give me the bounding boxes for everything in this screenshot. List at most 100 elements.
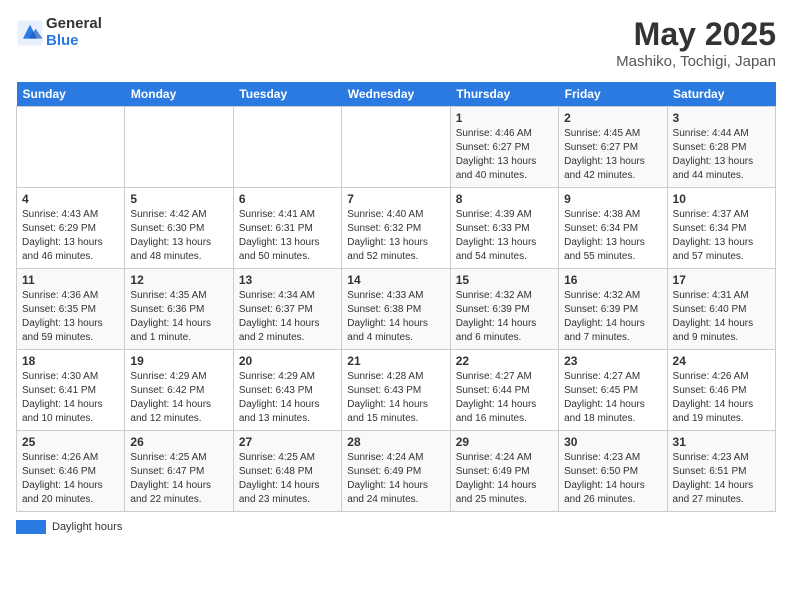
page-header: General Blue May 2025 Mashiko, Tochigi, … bbox=[16, 16, 776, 70]
day-info: Sunrise: 4:29 AM Sunset: 6:42 PM Dayligh… bbox=[130, 370, 227, 426]
calendar-week-4: 18Sunrise: 4:30 AM Sunset: 6:41 PM Dayli… bbox=[17, 350, 776, 431]
legend-label: Daylight hours bbox=[52, 521, 122, 533]
day-info: Sunrise: 4:26 AM Sunset: 6:46 PM Dayligh… bbox=[22, 451, 119, 507]
day-info: Sunrise: 4:29 AM Sunset: 6:43 PM Dayligh… bbox=[239, 370, 336, 426]
calendar-cell: 9 Sunrise: 4:38 AM Sunset: 6:34 PM Daylig… bbox=[559, 188, 667, 269]
calendar-table: SundayMondayTuesdayWednesdayThursdayFrid… bbox=[16, 82, 776, 512]
day-number: 23 bbox=[564, 354, 661, 368]
calendar-cell: 1 Sunrise: 4:46 AM Sunset: 6:27 PM Daylig… bbox=[450, 107, 558, 188]
day-number: 19 bbox=[130, 354, 227, 368]
day-number: 25 bbox=[22, 435, 119, 449]
column-header-wednesday: Wednesday bbox=[342, 82, 450, 107]
page-title: May 2025 bbox=[616, 16, 776, 53]
legend: Daylight hours bbox=[16, 520, 776, 534]
day-info: Sunrise: 4:26 AM Sunset: 6:46 PM Dayligh… bbox=[673, 370, 770, 426]
page-subtitle: Mashiko, Tochigi, Japan bbox=[616, 53, 776, 70]
calendar-cell: 4Sunrise: 4:43 AM Sunset: 6:29 PM Daylig… bbox=[17, 188, 125, 269]
day-number: 5 bbox=[130, 192, 227, 206]
day-number: 28 bbox=[347, 435, 444, 449]
calendar-cell: 2 Sunrise: 4:45 AM Sunset: 6:27 PM Daylig… bbox=[559, 107, 667, 188]
day-number: 26 bbox=[130, 435, 227, 449]
day-info: Sunrise: 4:25 AM Sunset: 6:48 PM Dayligh… bbox=[239, 451, 336, 507]
day-number: 12 bbox=[130, 273, 227, 287]
column-header-monday: Monday bbox=[125, 82, 233, 107]
day-info: Sunrise: 4:40 AM Sunset: 6:32 PM Dayligh… bbox=[347, 208, 444, 264]
column-header-sunday: Sunday bbox=[17, 82, 125, 107]
day-number: 17 bbox=[673, 273, 770, 287]
day-number: 1 bbox=[456, 111, 553, 125]
day-info: Sunrise: 4:46 AM Sunset: 6:27 PM Dayligh… bbox=[456, 127, 553, 183]
calendar-cell: 22 Sunrise: 4:27 AM Sunset: 6:44 PM Dayli… bbox=[450, 350, 558, 431]
calendar-cell: 25 Sunrise: 4:26 AM Sunset: 6:46 PM Dayli… bbox=[17, 431, 125, 512]
day-info: Sunrise: 4:36 AM Sunset: 6:35 PM Dayligh… bbox=[22, 289, 119, 345]
day-number: 11 bbox=[22, 273, 119, 287]
calendar-cell: 28 Sunrise: 4:24 AM Sunset: 6:49 PM Dayli… bbox=[342, 431, 450, 512]
calendar-cell: 29 Sunrise: 4:24 AM Sunset: 6:49 PM Dayli… bbox=[450, 431, 558, 512]
day-number: 10 bbox=[673, 192, 770, 206]
day-info: Sunrise: 4:44 AM Sunset: 6:28 PM Dayligh… bbox=[673, 127, 770, 183]
calendar-cell: 31 Sunrise: 4:23 AM Sunset: 6:51 PM Dayli… bbox=[667, 431, 775, 512]
day-info: Sunrise: 4:42 AM Sunset: 6:30 PM Dayligh… bbox=[130, 208, 227, 264]
calendar-cell: 11 Sunrise: 4:36 AM Sunset: 6:35 PM Dayli… bbox=[17, 269, 125, 350]
calendar-cell: 23Sunrise: 4:27 AM Sunset: 6:45 PM Dayli… bbox=[559, 350, 667, 431]
day-number: 13 bbox=[239, 273, 336, 287]
day-info: Sunrise: 4:27 AM Sunset: 6:44 PM Dayligh… bbox=[456, 370, 553, 426]
day-info: Sunrise: 4:25 AM Sunset: 6:47 PM Dayligh… bbox=[130, 451, 227, 507]
day-info: Sunrise: 4:45 AM Sunset: 6:27 PM Dayligh… bbox=[564, 127, 661, 183]
day-number: 24 bbox=[673, 354, 770, 368]
day-info: Sunrise: 4:23 AM Sunset: 6:51 PM Dayligh… bbox=[673, 451, 770, 507]
legend-color-box bbox=[16, 520, 46, 534]
calendar-cell: 16 Sunrise: 4:32 AM Sunset: 6:39 PM Dayli… bbox=[559, 269, 667, 350]
day-info: Sunrise: 4:32 AM Sunset: 6:39 PM Dayligh… bbox=[564, 289, 661, 345]
day-info: Sunrise: 4:28 AM Sunset: 6:43 PM Dayligh… bbox=[347, 370, 444, 426]
calendar-cell: 7 Sunrise: 4:40 AM Sunset: 6:32 PM Daylig… bbox=[342, 188, 450, 269]
day-number: 31 bbox=[673, 435, 770, 449]
day-number: 9 bbox=[564, 192, 661, 206]
day-info: Sunrise: 4:24 AM Sunset: 6:49 PM Dayligh… bbox=[347, 451, 444, 507]
title-block: May 2025 Mashiko, Tochigi, Japan bbox=[616, 16, 776, 70]
day-info: Sunrise: 4:32 AM Sunset: 6:39 PM Dayligh… bbox=[456, 289, 553, 345]
day-number: 16 bbox=[564, 273, 661, 287]
day-number: 15 bbox=[456, 273, 553, 287]
day-number: 7 bbox=[347, 192, 444, 206]
day-number: 2 bbox=[564, 111, 661, 125]
day-number: 8 bbox=[456, 192, 553, 206]
calendar-cell: 20 Sunrise: 4:29 AM Sunset: 6:43 PM Dayli… bbox=[233, 350, 341, 431]
day-info: Sunrise: 4:37 AM Sunset: 6:34 PM Dayligh… bbox=[673, 208, 770, 264]
day-number: 30 bbox=[564, 435, 661, 449]
day-info: Sunrise: 4:23 AM Sunset: 6:50 PM Dayligh… bbox=[564, 451, 661, 507]
calendar-week-1: 1 Sunrise: 4:46 AM Sunset: 6:27 PM Daylig… bbox=[17, 107, 776, 188]
calendar-cell: 19 Sunrise: 4:29 AM Sunset: 6:42 PM Dayli… bbox=[125, 350, 233, 431]
day-info: Sunrise: 4:35 AM Sunset: 6:36 PM Dayligh… bbox=[130, 289, 227, 345]
day-info: Sunrise: 4:38 AM Sunset: 6:34 PM Dayligh… bbox=[564, 208, 661, 264]
calendar-cell: 8Sunrise: 4:39 AM Sunset: 6:33 PM Daylig… bbox=[450, 188, 558, 269]
day-number: 14 bbox=[347, 273, 444, 287]
day-number: 27 bbox=[239, 435, 336, 449]
day-number: 29 bbox=[456, 435, 553, 449]
column-header-friday: Friday bbox=[559, 82, 667, 107]
day-number: 22 bbox=[456, 354, 553, 368]
day-number: 21 bbox=[347, 354, 444, 368]
day-info: Sunrise: 4:24 AM Sunset: 6:49 PM Dayligh… bbox=[456, 451, 553, 507]
calendar-cell: 15 Sunrise: 4:32 AM Sunset: 6:39 PM Dayli… bbox=[450, 269, 558, 350]
column-header-thursday: Thursday bbox=[450, 82, 558, 107]
day-info: Sunrise: 4:33 AM Sunset: 6:38 PM Dayligh… bbox=[347, 289, 444, 345]
calendar-cell bbox=[125, 107, 233, 188]
day-number: 4 bbox=[22, 192, 119, 206]
calendar-cell: 24 Sunrise: 4:26 AM Sunset: 6:46 PM Dayli… bbox=[667, 350, 775, 431]
day-number: 20 bbox=[239, 354, 336, 368]
calendar-cell: 12 Sunrise: 4:35 AM Sunset: 6:36 PM Dayli… bbox=[125, 269, 233, 350]
calendar-cell bbox=[233, 107, 341, 188]
calendar-cell: 6Sunrise: 4:41 AM Sunset: 6:31 PM Daylig… bbox=[233, 188, 341, 269]
calendar-week-5: 25 Sunrise: 4:26 AM Sunset: 6:46 PM Dayli… bbox=[17, 431, 776, 512]
calendar-cell: 27 Sunrise: 4:25 AM Sunset: 6:48 PM Dayli… bbox=[233, 431, 341, 512]
calendar-cell: 5 Sunrise: 4:42 AM Sunset: 6:30 PM Daylig… bbox=[125, 188, 233, 269]
logo: General Blue bbox=[16, 16, 102, 49]
logo-icon bbox=[16, 19, 44, 47]
column-header-saturday: Saturday bbox=[667, 82, 775, 107]
day-info: Sunrise: 4:34 AM Sunset: 6:37 PM Dayligh… bbox=[239, 289, 336, 345]
day-info: Sunrise: 4:41 AM Sunset: 6:31 PM Dayligh… bbox=[239, 208, 336, 264]
calendar-week-2: 4Sunrise: 4:43 AM Sunset: 6:29 PM Daylig… bbox=[17, 188, 776, 269]
calendar-cell bbox=[17, 107, 125, 188]
calendar-cell: 3Sunrise: 4:44 AM Sunset: 6:28 PM Daylig… bbox=[667, 107, 775, 188]
